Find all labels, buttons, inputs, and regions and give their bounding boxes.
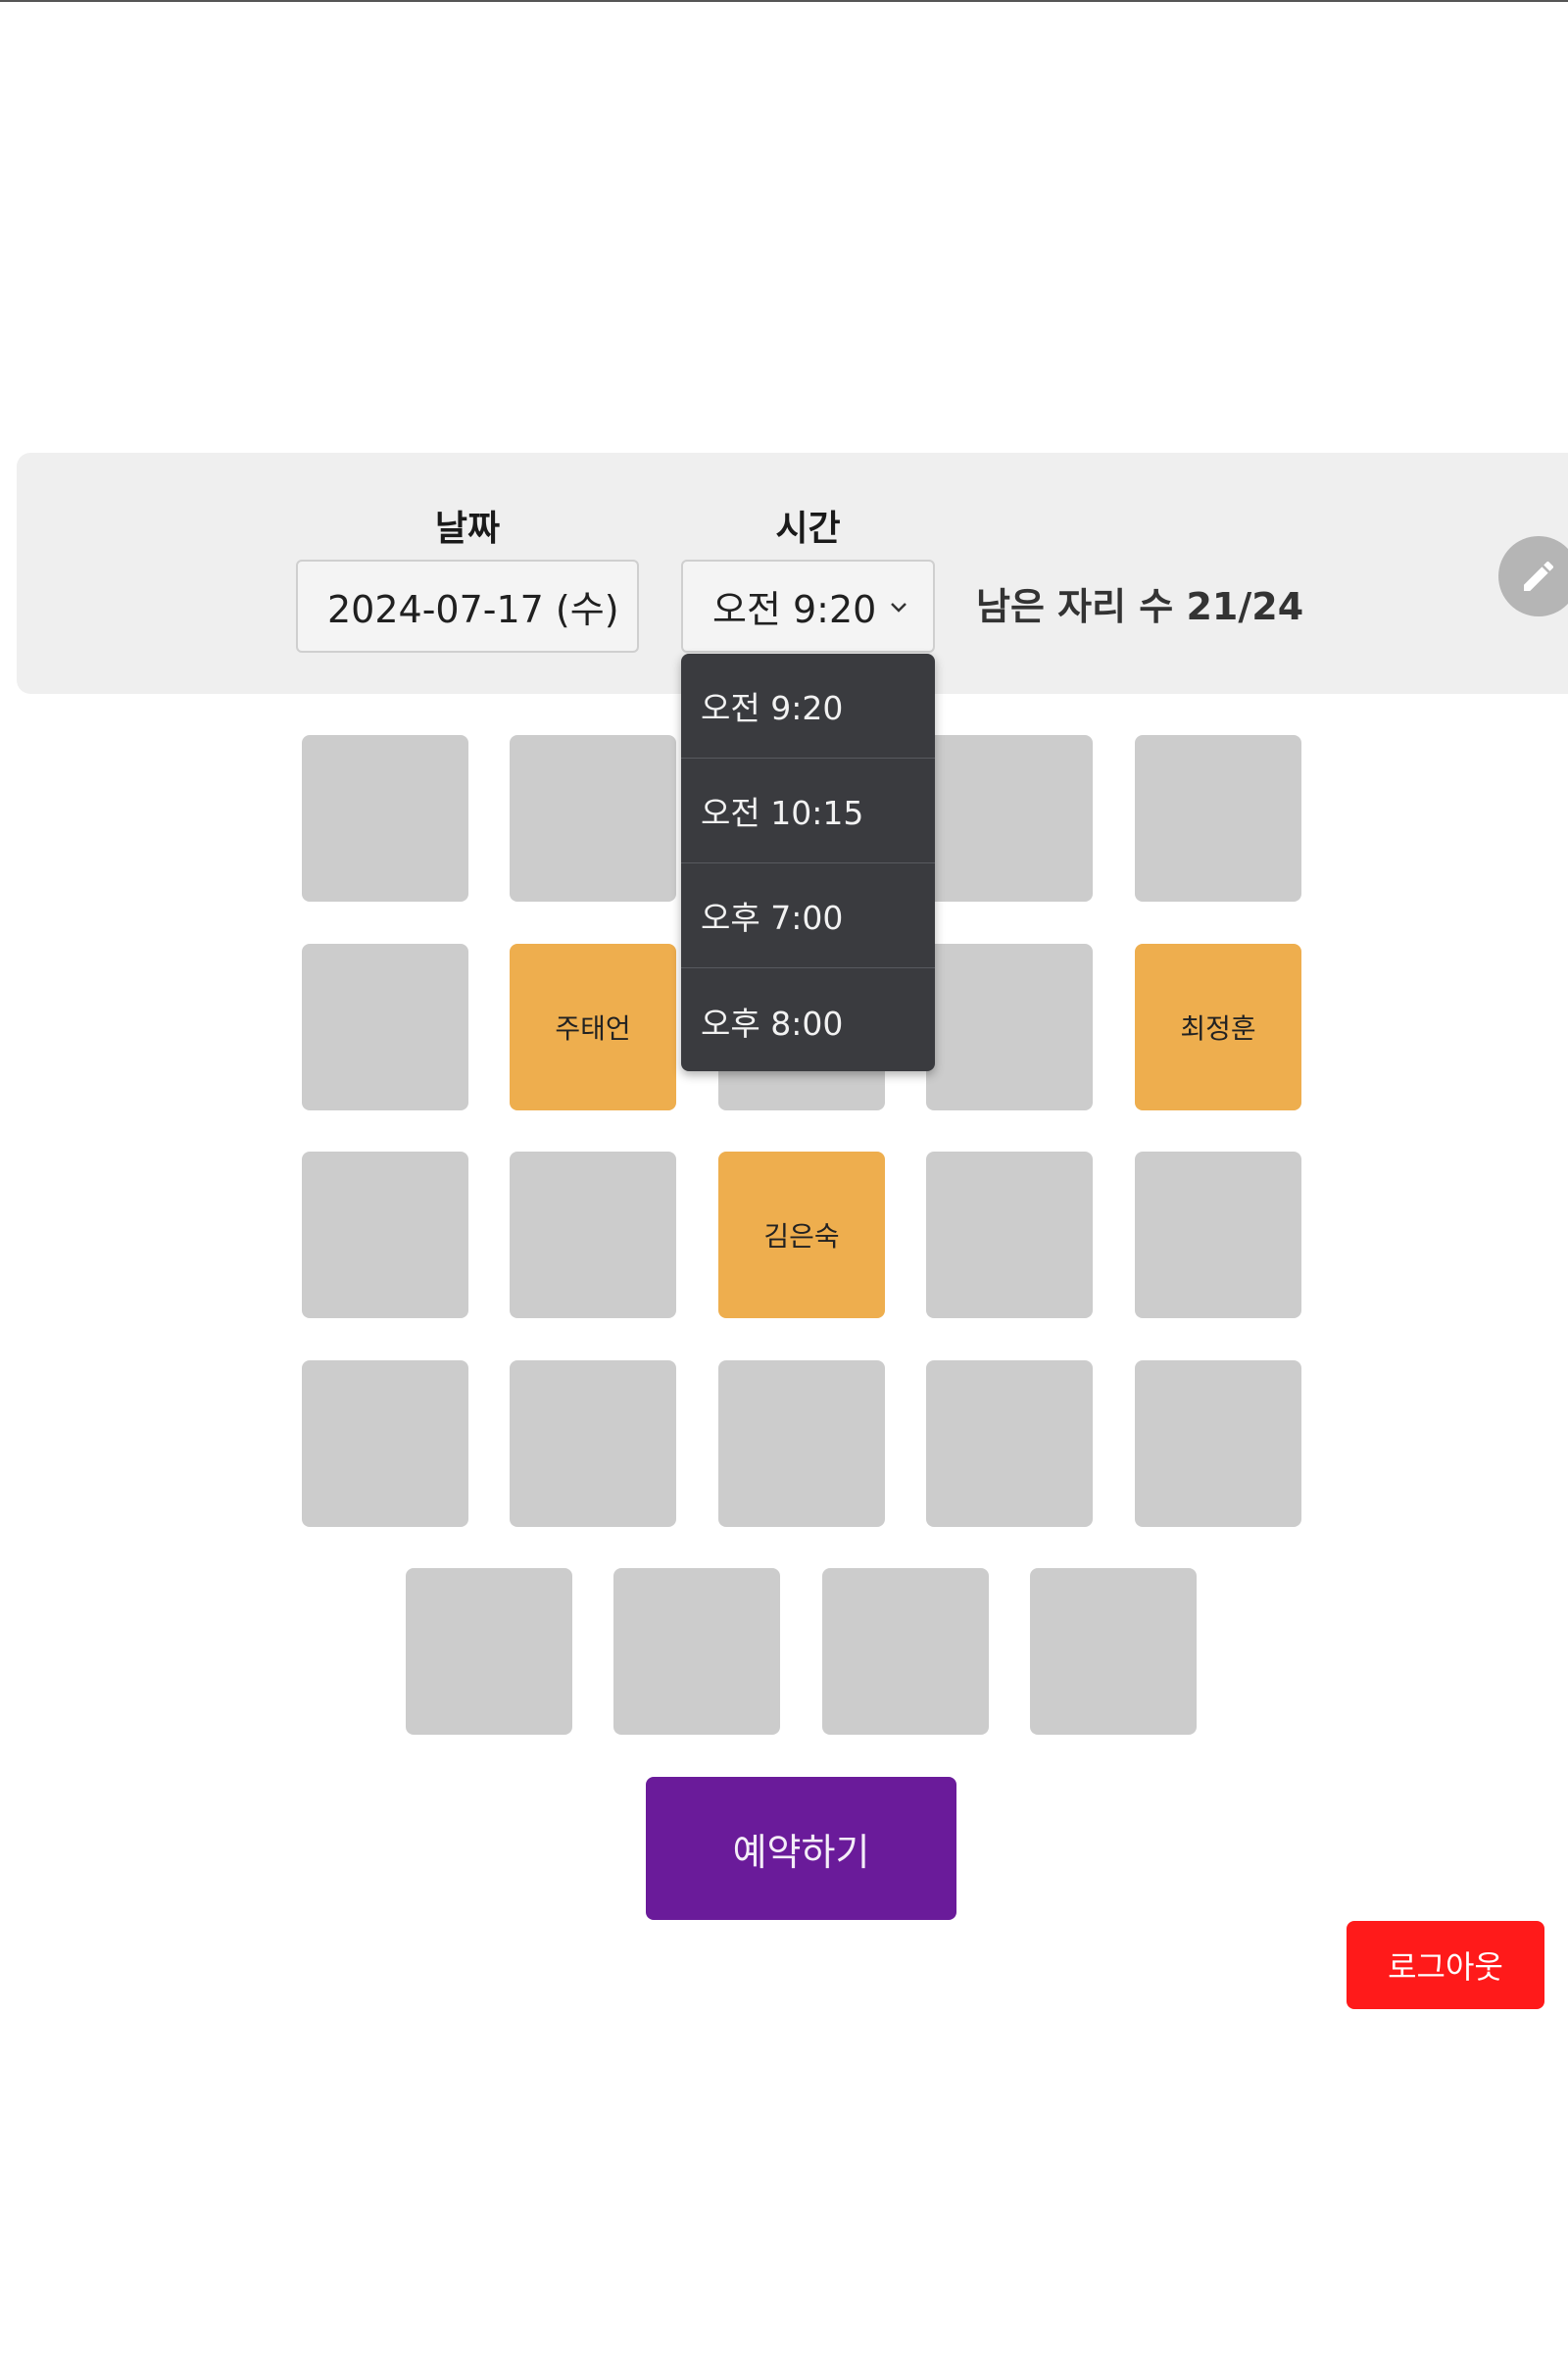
seat[interactable] [302,944,468,1110]
seat[interactable] [1135,1360,1301,1527]
reserve-button[interactable]: 예약하기 [646,1777,956,1920]
time-option[interactable]: 오전 9:20 [681,654,935,759]
pencil-icon [1524,561,1554,591]
time-option[interactable]: 오후 7:00 [681,863,935,968]
seat-taken[interactable]: 주태언 [510,944,676,1110]
top-divider [0,0,1568,2]
time-dropdown-menu: 오전 9:20 오전 10:15 오후 7:00 오후 8:00 [681,654,935,1071]
chevron-down-icon [891,602,906,613]
seat[interactable] [302,735,468,902]
seat[interactable] [718,1360,885,1527]
seat-taken[interactable]: 김은숙 [718,1152,885,1318]
time-select-value: 오전 9:20 [712,588,877,631]
seat[interactable] [510,1152,676,1318]
seat[interactable] [926,1360,1093,1527]
logout-button[interactable]: 로그아웃 [1347,1921,1544,2009]
seat[interactable] [510,1360,676,1527]
time-label: 시간 [775,509,841,549]
seat[interactable] [406,1568,572,1735]
seat[interactable] [1135,1152,1301,1318]
time-select[interactable]: 오전 9:20 [681,560,935,653]
date-select-value: 2024-07-17 (수) [327,588,619,631]
time-option[interactable]: 오전 10:15 [681,759,935,863]
seat[interactable] [926,1152,1093,1318]
time-option[interactable]: 오후 8:00 [681,968,935,1071]
seat[interactable] [1030,1568,1197,1735]
seat[interactable] [613,1568,780,1735]
seat[interactable] [302,1152,468,1318]
seat[interactable] [1135,735,1301,902]
date-select[interactable]: 2024-07-17 (수) [296,560,639,653]
date-label: 날짜 [434,509,501,549]
seat[interactable] [302,1360,468,1527]
seat[interactable] [822,1568,989,1735]
seat[interactable] [926,735,1093,902]
seat-taken[interactable]: 최정훈 [1135,944,1301,1110]
remaining-seats-text: 남은 자리 수 21/24 [976,585,1304,628]
seat[interactable] [510,735,676,902]
seat[interactable] [926,944,1093,1110]
